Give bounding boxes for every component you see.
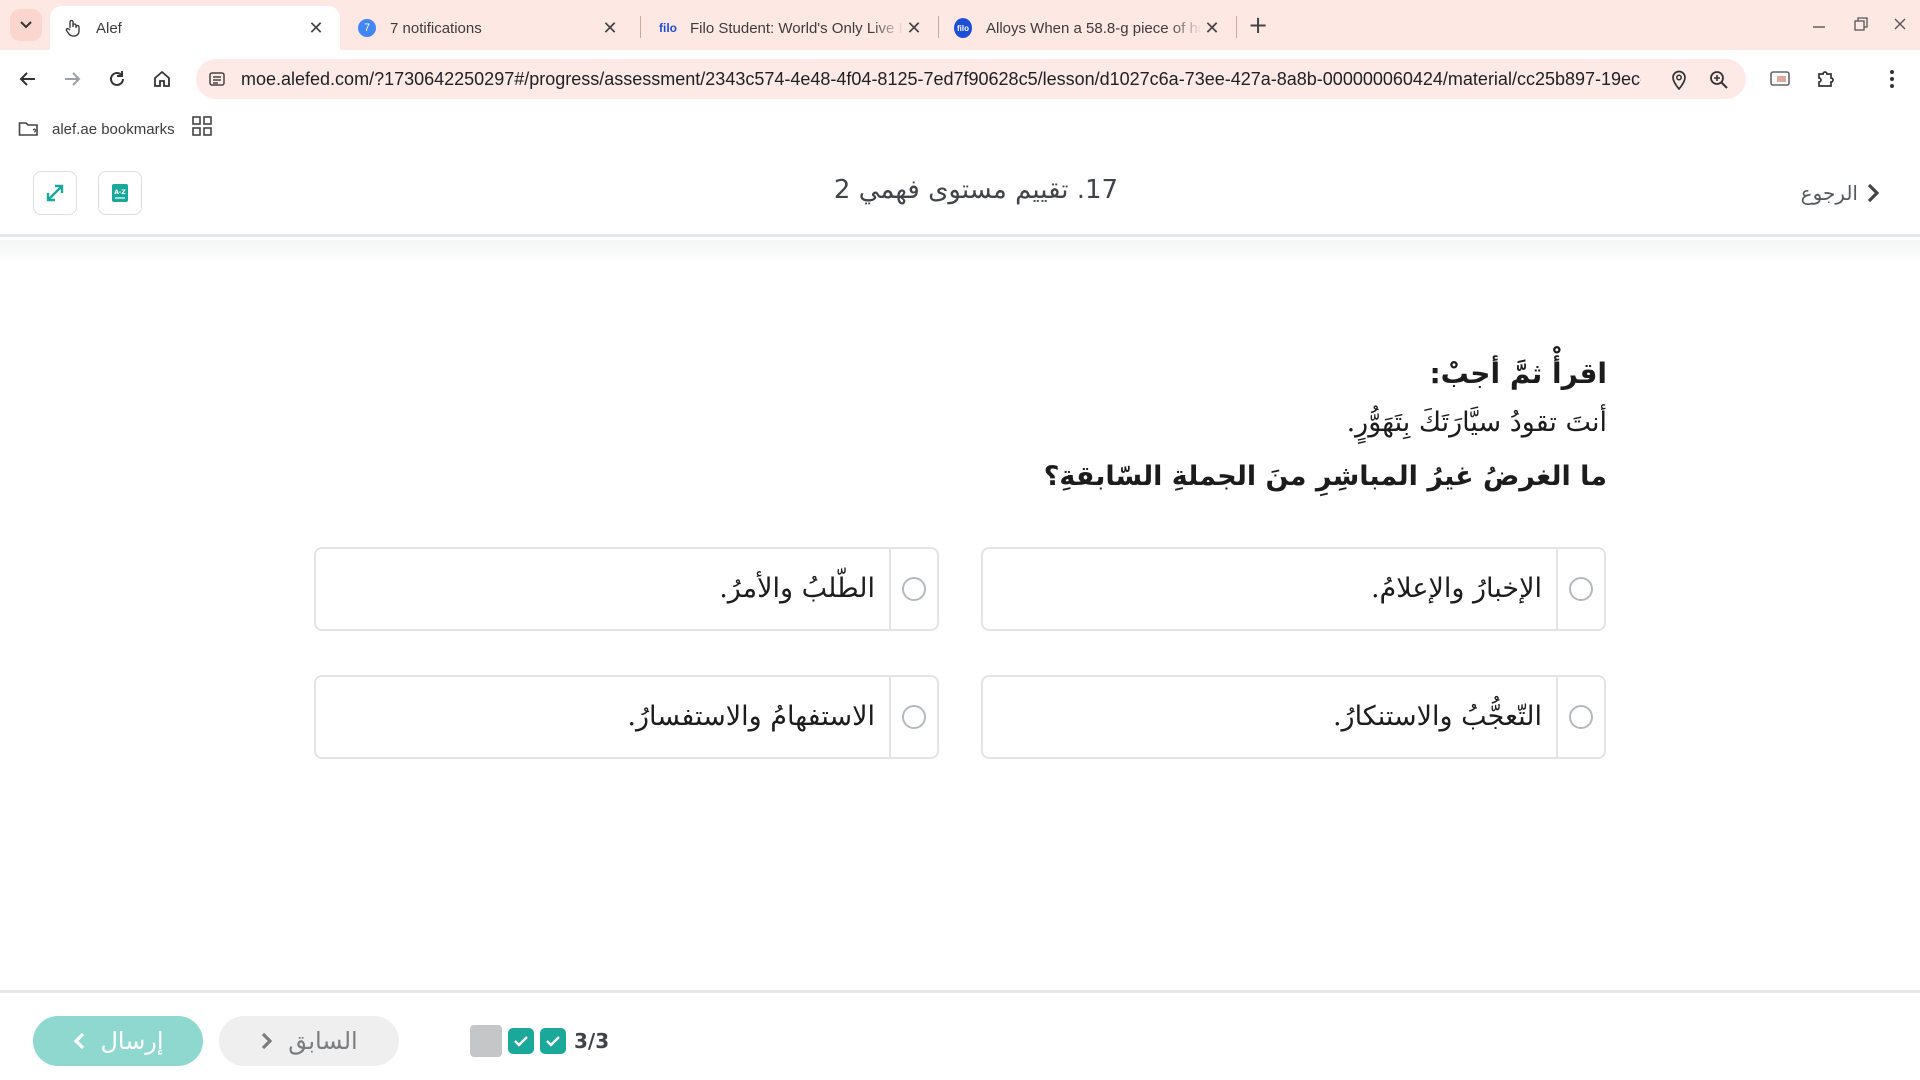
assessment-footer: إرسال السابق 3/3: [0, 990, 1920, 1080]
browser-chrome: Alef ✕ 7 7 notifications ✕ filo Filo Stu…: [0, 0, 1920, 151]
progress-count: 3/3: [574, 1029, 610, 1053]
location-icon[interactable]: [1668, 69, 1690, 91]
previous-label: السابق: [288, 1027, 358, 1055]
tab-alloys[interactable]: filo Alloys When a 58.8-g piece of hot a…: [940, 6, 1236, 50]
close-icon[interactable]: ✕: [1202, 18, 1222, 38]
tab-title: Alef: [96, 19, 122, 37]
arrow-left-icon: [19, 72, 35, 86]
close-icon[interactable]: ✕: [904, 18, 924, 38]
zoom-icon[interactable]: [1708, 69, 1730, 91]
check-icon: [514, 1036, 528, 1047]
tab-separator: [1236, 16, 1237, 38]
arrow-right-icon: [65, 72, 81, 86]
question-progress: 3/3: [470, 1025, 609, 1057]
forward-button[interactable]: [56, 63, 88, 95]
chevron-right-icon: [260, 1031, 274, 1051]
new-tab-button[interactable]: +: [1245, 11, 1271, 39]
page-title: 17. تقييم مستوى فهمي 2: [833, 175, 1119, 205]
extensions-button[interactable]: [1810, 63, 1842, 95]
tab-search-button[interactable]: [10, 9, 42, 41]
submit-button[interactable]: إرسال: [33, 1016, 203, 1066]
back-link[interactable]: الرجوع: [1801, 181, 1880, 205]
tab-strip: Alef ✕ 7 7 notifications ✕ filo Filo Stu…: [0, 0, 1920, 50]
content-shade: [0, 240, 1920, 264]
check-icon: [546, 1036, 560, 1047]
cast-icon: [1770, 71, 1790, 86]
answer-option-4[interactable]: الاستفهامُ والاستفسارُ.: [314, 675, 939, 759]
previous-button[interactable]: السابق: [219, 1016, 399, 1066]
progress-question-answered[interactable]: [508, 1028, 534, 1054]
progress-question-current[interactable]: [470, 1025, 502, 1057]
bookmark-folder-alef[interactable]: alef.ae bookmarks: [18, 117, 175, 141]
radio-button[interactable]: [1569, 577, 1593, 601]
chevron-right-icon: [1867, 183, 1880, 203]
browser-toolbar: moe.alefed.com/?1730642250297#/progress/…: [0, 50, 1920, 108]
filo-circle-logo-icon: filo: [954, 18, 972, 38]
radio-cell[interactable]: [889, 677, 937, 757]
question-sentence: أنتَ تقودُ سيَّارَتَكَ بِتَهَوُّرٍ.: [1346, 407, 1607, 438]
reload-icon: [110, 71, 124, 86]
radio-cell[interactable]: [1556, 677, 1604, 757]
minimize-button[interactable]: [1801, 10, 1837, 38]
apps-grid-icon[interactable]: [191, 115, 213, 137]
option-label: الإخبارُ والإعلامُ.: [1370, 573, 1542, 604]
tab-separator: [640, 16, 641, 38]
answer-option-3[interactable]: التّعجُّبُ والاستنكارُ.: [981, 675, 1606, 759]
tab-title: 7 notifications: [390, 19, 482, 37]
puzzle-icon: [1818, 71, 1834, 87]
more-vertical-icon: [1890, 70, 1894, 88]
restore-button[interactable]: [1843, 10, 1879, 38]
submit-label: إرسال: [100, 1027, 164, 1055]
home-button[interactable]: [146, 63, 178, 95]
restore-icon: [1854, 17, 1868, 31]
home-icon: [154, 70, 170, 87]
filo-logo-icon: filo: [659, 21, 677, 35]
radio-button[interactable]: [902, 577, 926, 601]
tab-title: Filo Student: World's Only Live Instant …: [690, 19, 904, 37]
reload-button[interactable]: [101, 63, 133, 95]
close-icon[interactable]: ✕: [306, 18, 326, 38]
site-info-icon[interactable]: [208, 70, 226, 88]
tab-title: Alloys When a 58.8-g piece of hot alloy: [986, 19, 1202, 37]
browser-menu-button[interactable]: [1876, 63, 1908, 95]
question-instruction: اقرأْ ثمَّ أجبْ:: [1429, 357, 1607, 390]
tab-alef[interactable]: Alef ✕: [50, 6, 340, 50]
close-window-button[interactable]: [1882, 10, 1918, 38]
hand-pointer-icon: [64, 19, 82, 37]
close-icon: [1894, 18, 1906, 30]
tab-notifications[interactable]: 7 7 notifications ✕: [344, 6, 634, 50]
back-button[interactable]: [12, 63, 44, 95]
minimize-icon: [1813, 26, 1825, 28]
option-label: التّعجُّبُ والاستنكارُ.: [1332, 701, 1542, 732]
url-text[interactable]: moe.alefed.com/?1730642250297#/progress/…: [241, 59, 1641, 99]
bookmarks-bar: alef.ae bookmarks: [0, 108, 1920, 151]
option-label: الطّلبُ والأمرُ.: [719, 573, 875, 604]
answer-option-2[interactable]: الطّلبُ والأمرُ.: [314, 547, 939, 631]
close-icon[interactable]: ✕: [600, 18, 620, 38]
chevron-down-icon: [20, 21, 32, 29]
radio-button[interactable]: [902, 705, 926, 729]
tab-filo-student[interactable]: filo Filo Student: World's Only Live Ins…: [642, 6, 938, 50]
notification-badge-icon: 7: [358, 19, 376, 37]
radio-cell[interactable]: [889, 549, 937, 629]
question-prompt: ما الغرضُ غيرُ المباشِرِ منَ الجملةِ الس…: [1043, 461, 1607, 492]
tab-separator: [938, 16, 939, 38]
folder-icon: [18, 122, 38, 136]
chevron-left-icon: [72, 1031, 86, 1051]
back-label: الرجوع: [1800, 181, 1858, 205]
question-block: اقرأْ ثمَّ أجبْ: أنتَ تقودُ سيَّارَتَكَ …: [707, 352, 1607, 504]
cast-button[interactable]: [1764, 63, 1796, 95]
progress-question-answered[interactable]: [540, 1028, 566, 1054]
lesson-header: A-Z 17. تقييم مستوى فهمي 2 الرجوع: [0, 151, 1920, 237]
address-bar[interactable]: moe.alefed.com/?1730642250297#/progress/…: [196, 59, 1746, 99]
option-label: الاستفهامُ والاستفسارُ.: [627, 701, 875, 732]
radio-button[interactable]: [1569, 705, 1593, 729]
bookmark-label: alef.ae bookmarks: [52, 120, 175, 138]
answer-option-1[interactable]: الإخبارُ والإعلامُ.: [981, 547, 1606, 631]
radio-cell[interactable]: [1556, 549, 1604, 629]
assessment-content: اقرأْ ثمَّ أجبْ: أنتَ تقودُ سيَّارَتَكَ …: [0, 240, 1920, 990]
